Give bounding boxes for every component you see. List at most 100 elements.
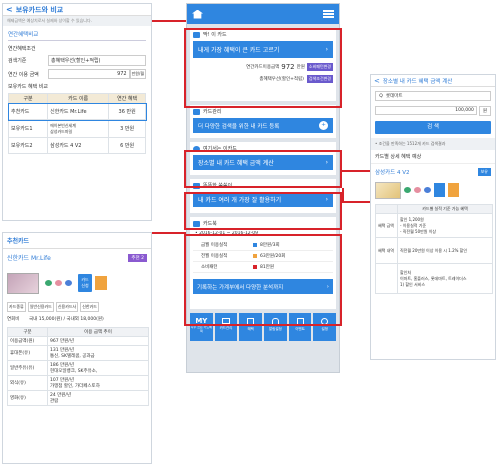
cell bbox=[375, 263, 398, 294]
apply-button[interactable] bbox=[434, 183, 445, 197]
wallet-icon bbox=[193, 108, 200, 115]
home-icon[interactable] bbox=[192, 9, 203, 19]
tag: 카드종류 bbox=[7, 302, 26, 312]
cond-label: 검색기준 bbox=[8, 58, 27, 64]
benefit-line: - 직전월 50만원 이상 bbox=[400, 228, 437, 234]
th: 연간 혜택 bbox=[108, 93, 146, 104]
section-label: 카드관리 bbox=[203, 109, 222, 115]
apply-button[interactable]: 카드신청 bbox=[78, 274, 92, 292]
cell: 107 만원/년 가맹점 할인, 가더페스토하 bbox=[47, 375, 149, 391]
th: 구분 bbox=[7, 93, 49, 104]
cell: 에이본빈신세계 삼성카드마일 bbox=[47, 119, 110, 138]
search-button[interactable]: 검 색 bbox=[375, 121, 491, 134]
cell: 186 만원/년 현대오일뱅크, SK주유소, bbox=[47, 360, 149, 376]
rec-badge: 추천 2 bbox=[128, 253, 147, 262]
cell: 할인처 이마트, 홈플러스, 롯데마트, 트레이더스 1) 할인 서비스 bbox=[397, 263, 493, 294]
table-row[interactable]: 추천카드 신한카드 Mr.Life 36 만원 bbox=[7, 102, 147, 121]
home-icon[interactable] bbox=[65, 280, 72, 286]
tab-label: 이벤트 bbox=[295, 327, 305, 331]
page-title: 보유카드와 비교 bbox=[15, 5, 64, 14]
tab-sub: 자주 쓰는 카드혜택 bbox=[190, 325, 212, 333]
result-note: • 조건을 만족하는 1512개 카드 검색결과 bbox=[371, 138, 495, 150]
heart-icon[interactable] bbox=[55, 280, 62, 286]
cell: 36 만원 bbox=[108, 103, 146, 120]
cell: 삼성카드 4 V2 bbox=[47, 137, 110, 154]
table-row[interactable]: 보유카드1 에이본빈신세계 삼성카드마일 3 만원 bbox=[7, 119, 146, 138]
section-title: 카드별 상세 혜택 예상 bbox=[371, 150, 495, 164]
search-icon: Q bbox=[379, 93, 383, 99]
cell: 이용금액(원) bbox=[7, 336, 48, 346]
unit-label: 원 bbox=[478, 105, 491, 116]
place-input[interactable]: 롯데마트 bbox=[386, 93, 403, 99]
cell: 혜택 금액 bbox=[375, 213, 398, 238]
tab-label: 카드관리 bbox=[219, 326, 233, 330]
fee-label: 연회비 bbox=[7, 317, 20, 322]
section-title: 연간혜택비교 bbox=[8, 30, 146, 41]
tab-label: 혜택 bbox=[247, 327, 254, 331]
usage-table: 구분 이용 금액 추이 이용금액(원) 967 만원/년 휴대폰(유) 131 만원… bbox=[7, 327, 149, 406]
table-row: 이용금액(원) 967 만원/년 bbox=[7, 336, 149, 346]
cell: 휴대폰(유) bbox=[7, 345, 48, 361]
cell: 추천카드 bbox=[7, 103, 49, 120]
th: 이용 금액 추이 bbox=[47, 327, 149, 337]
connector-arrow bbox=[152, 20, 186, 22]
section-title: 보유카드 혜택 비교 bbox=[8, 84, 48, 90]
amount-input[interactable]: 972 bbox=[48, 69, 130, 79]
cell: 신한카드 Mr.Life bbox=[47, 103, 110, 120]
cell: 6 만원 bbox=[108, 137, 146, 154]
table-row: 할인처 이마트, 홈플러스, 롯데마트, 트레이더스 1) 할인 서비스 bbox=[375, 263, 493, 294]
table-row[interactable]: 보유카드2 삼성카드 4 V2 6 만원 bbox=[7, 137, 146, 154]
table-row: 혜택 금액 할인 1,200원 - 이용실적 기준 - 직전월 50만원 이상 bbox=[375, 213, 493, 238]
connector-arrow bbox=[152, 232, 186, 234]
rec-title: 추천카드 bbox=[3, 233, 151, 249]
tag: 신한카드 bbox=[80, 302, 99, 312]
card-name: 삼성카드 4 V2 bbox=[375, 170, 410, 176]
benefit-table: 카드별 실적 기준 가능 혜택 혜택 금액 할인 1,200원 - 이용실적 기… bbox=[375, 204, 493, 294]
cell: 영화(유) bbox=[7, 390, 48, 406]
th: 구분 bbox=[7, 327, 48, 337]
connector-arrow bbox=[342, 201, 372, 203]
cond-label: 연간 이용 금액 bbox=[8, 71, 39, 78]
fee-value: 국내 15,000(원) / 국내외 18,000(원) bbox=[29, 317, 104, 322]
star-icon[interactable] bbox=[414, 187, 421, 193]
highlight-box bbox=[184, 234, 342, 326]
amount-input[interactable]: 100,000 bbox=[375, 106, 477, 115]
home-icon[interactable] bbox=[424, 187, 431, 193]
compare-icon[interactable] bbox=[45, 280, 52, 286]
cell: 외식(유) bbox=[7, 375, 48, 391]
menu-icon[interactable] bbox=[323, 10, 334, 18]
tab-label: 알림설정 bbox=[268, 327, 282, 331]
extra-note: 1) 할인 서비스 bbox=[400, 281, 426, 287]
table-row: 영화(유) 24 만원/년 관람 bbox=[7, 390, 149, 406]
cell: 할인 1,200원 - 이용실적 기준 - 직전월 50만원 이상 bbox=[397, 213, 493, 238]
cell: 967 만원/년 bbox=[47, 336, 149, 346]
back-icon[interactable]: < bbox=[6, 5, 13, 14]
share-button[interactable] bbox=[95, 276, 107, 290]
highlight-box bbox=[184, 150, 342, 188]
compare-panel: < 보유카드와 비교 해제금액은 예상치로서 실제와 상이할 수 있습니다. 연… bbox=[2, 3, 152, 221]
cell: 일반주유(유) bbox=[7, 360, 48, 376]
connector-arrow bbox=[342, 170, 370, 172]
button-label: 더 다양한 검색을 위한 내 카드 등록 bbox=[198, 123, 280, 130]
compare-table: 구분 카드 이름 연간 혜택 추천카드 신한카드 Mr.Life 36 만원 보… bbox=[7, 93, 147, 154]
table-row: 휴대폰(유) 131 만원/년 통신, SK텔레콤, 공과금 bbox=[7, 345, 149, 361]
cond-value[interactable]: 총혜택우선(할인+적립) bbox=[48, 55, 146, 66]
register-card-button[interactable]: 더 다양한 검색을 위한 내 카드 등록 + bbox=[193, 118, 333, 133]
cell: 보유카드1 bbox=[7, 119, 49, 138]
unit-button[interactable]: 만원/월 bbox=[129, 69, 146, 79]
card-image bbox=[375, 181, 401, 199]
place-calc-panel: < 장소별 내 카드 혜택 금액 계산 Q 롯데마트 100,000 원 검 색… bbox=[370, 74, 496, 360]
tag: 일반신용카드 bbox=[27, 302, 54, 312]
highlight-box bbox=[184, 28, 342, 108]
connector-arrow bbox=[342, 188, 344, 202]
back-icon[interactable]: < bbox=[374, 77, 380, 85]
heart-icon[interactable] bbox=[404, 187, 411, 193]
table-row: 외식(유) 107 만원/년 가맹점 할인, 가더페스토하 bbox=[7, 375, 149, 391]
tag: 신용카드사 bbox=[55, 302, 79, 312]
plus-icon: + bbox=[319, 121, 328, 130]
cell: 24 만원/년 관람 bbox=[47, 390, 149, 406]
cell: 3 만원 bbox=[108, 119, 146, 138]
share-button[interactable] bbox=[448, 183, 459, 197]
card-name: 신한카드 Mr.Life bbox=[7, 255, 51, 262]
cell: 131 만원/년 통신, SK텔레콤, 공과금 bbox=[47, 345, 149, 361]
